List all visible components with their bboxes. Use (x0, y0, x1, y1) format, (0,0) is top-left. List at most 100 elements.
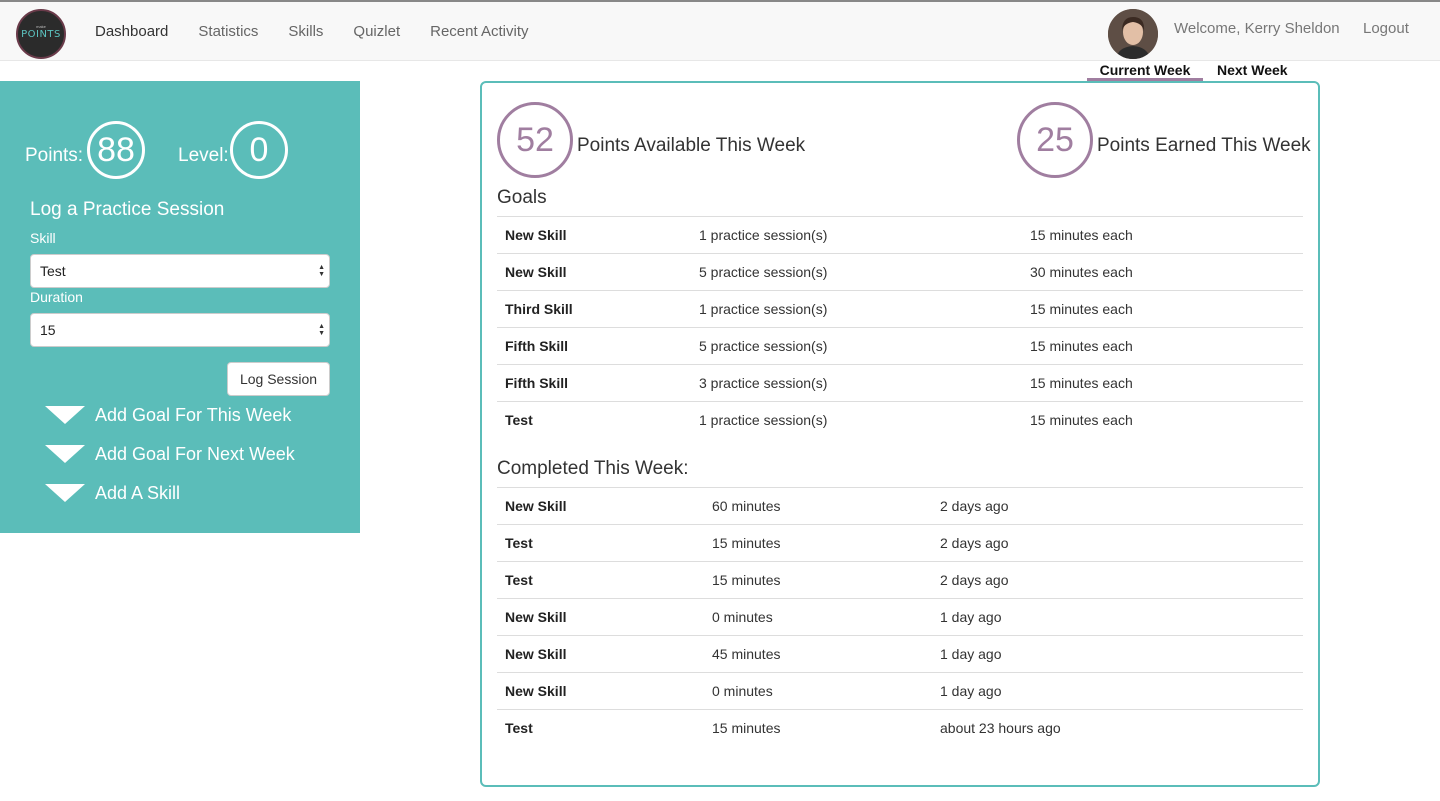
table-row: New Skill 45 minutes 1 day ago (497, 635, 1303, 672)
goal-duration: 30 minutes each (1030, 264, 1133, 280)
completed-time: 2 days ago (940, 498, 1009, 514)
completed-skill: Test (505, 572, 533, 588)
goals-title: Goals (497, 187, 547, 208)
table-row: Test 15 minutes 2 days ago (497, 524, 1303, 561)
goal-skill: Third Skill (505, 301, 573, 317)
completed-title: Completed This Week: (497, 458, 689, 479)
goal-skill: New Skill (505, 227, 567, 243)
completed-time: 1 day ago (940, 646, 1002, 662)
level-value: 0 (249, 130, 269, 169)
completed-time: 1 day ago (940, 683, 1002, 699)
goal-duration: 15 minutes each (1030, 338, 1133, 354)
completed-minutes: 15 minutes (712, 720, 781, 736)
skill-label: Skill (30, 230, 56, 246)
nav-skills[interactable]: Skills (273, 23, 338, 40)
skill-select-value: Test (40, 263, 66, 279)
nav-dashboard[interactable]: Dashboard (80, 23, 183, 40)
points-available-label: Points Available This Week (577, 135, 806, 156)
triangle-down-icon (45, 406, 85, 424)
duration-label: Duration (30, 289, 83, 305)
make-points-logo[interactable]: make POINTS (16, 9, 66, 59)
completed-minutes: 45 minutes (712, 646, 781, 662)
nav-recent-activity[interactable]: Recent Activity (415, 23, 543, 40)
nav-statistics[interactable]: Statistics (183, 23, 273, 40)
completed-time: about 23 hours ago (940, 720, 1061, 736)
table-row: Test 15 minutes about 23 hours ago (497, 709, 1303, 746)
level-label: Level: (178, 145, 229, 166)
goal-skill: New Skill (505, 264, 567, 280)
sidebar-panel: Points: 88 Level: 0 Log a Practice Sessi… (0, 81, 360, 533)
completed-minutes: 0 minutes (712, 683, 773, 699)
goal-skill: Fifth Skill (505, 375, 568, 391)
completed-minutes: 15 minutes (712, 572, 781, 588)
goal-duration: 15 minutes each (1030, 301, 1133, 317)
goal-sessions: 1 practice session(s) (699, 227, 828, 243)
completed-skill: Test (505, 720, 533, 736)
log-session-button-label: Log Session (239, 371, 318, 387)
add-goal-next-week-toggle[interactable]: Add Goal For Next Week (45, 442, 295, 466)
table-row: Third Skill 1 practice session(s) 15 min… (497, 290, 1303, 327)
goal-duration: 15 minutes each (1030, 412, 1133, 428)
completed-time: 1 day ago (940, 609, 1002, 625)
triangle-down-icon (45, 445, 85, 463)
add-skill-label: Add A Skill (95, 482, 181, 503)
goal-skill: Test (505, 412, 533, 428)
points-earned-value: 25 (1036, 120, 1074, 159)
points-earned-label: Points Earned This Week (1097, 135, 1311, 156)
tab-current-week[interactable]: Current Week (1087, 62, 1203, 82)
add-goal-this-week-toggle[interactable]: Add Goal For This Week (45, 403, 291, 427)
points-circle: 88 (87, 121, 145, 179)
duration-select-value: 15 (40, 322, 56, 338)
logout-link[interactable]: Logout (1363, 20, 1409, 37)
select-arrows-icon: ▲ ▼ (318, 264, 325, 278)
skill-select[interactable]: Test ▲ ▼ (30, 254, 330, 288)
completed-time: 2 days ago (940, 535, 1009, 551)
goal-sessions: 1 practice session(s) (699, 412, 828, 428)
table-row: New Skill 0 minutes 1 day ago (497, 598, 1303, 635)
table-row: Test 15 minutes 2 days ago (497, 561, 1303, 598)
welcome-text: Welcome, Kerry Sheldon (1174, 20, 1340, 37)
select-arrows-icon: ▲ ▼ (318, 323, 325, 337)
goal-sessions: 5 practice session(s) (699, 338, 828, 354)
triangle-down-icon (45, 484, 85, 502)
goal-sessions: 3 practice session(s) (699, 375, 828, 391)
table-row: New Skill 5 practice session(s) 30 minut… (497, 253, 1303, 290)
table-row: Fifth Skill 3 practice session(s) 15 min… (497, 364, 1303, 401)
points-available-value: 52 (516, 120, 554, 159)
completed-minutes: 0 minutes (712, 609, 773, 625)
tab-next-week[interactable]: Next Week (1217, 62, 1288, 78)
avatar-photo (1108, 9, 1158, 59)
completed-skill: New Skill (505, 646, 567, 662)
completed-skill: Test (505, 535, 533, 551)
goal-sessions: 5 practice session(s) (699, 264, 828, 280)
weekly-summary-panel: 52 Points Available This Week 25 Points … (480, 81, 1320, 787)
completed-time: 2 days ago (940, 572, 1009, 588)
completed-skill: New Skill (505, 609, 567, 625)
table-row: New Skill 0 minutes 1 day ago (497, 672, 1303, 709)
completed-skill: New Skill (505, 683, 567, 699)
goals-table: New Skill 1 practice session(s) 15 minut… (497, 216, 1303, 438)
log-session-title: Log a Practice Session (30, 199, 225, 220)
table-row: New Skill 60 minutes 2 days ago (497, 487, 1303, 524)
top-navbar: make POINTS Dashboard Statistics Skills … (0, 0, 1440, 61)
completed-minutes: 60 minutes (712, 498, 781, 514)
nav-quizlet[interactable]: Quizlet (338, 23, 415, 40)
level-circle: 0 (230, 121, 288, 179)
nav-links: Dashboard Statistics Skills Quizlet Rece… (80, 2, 543, 61)
table-row: Test 1 practice session(s) 15 minutes ea… (497, 401, 1303, 438)
goal-sessions: 1 practice session(s) (699, 301, 828, 317)
points-earned-circle: 25 (1017, 102, 1093, 178)
add-skill-toggle[interactable]: Add A Skill (45, 481, 180, 505)
points-available-circle: 52 (497, 102, 573, 178)
completed-table: New Skill 60 minutes 2 days ago Test 15 … (497, 487, 1303, 746)
add-goal-next-week-label: Add Goal For Next Week (95, 443, 295, 464)
goal-duration: 15 minutes each (1030, 227, 1133, 243)
goal-skill: Fifth Skill (505, 338, 568, 354)
table-row: New Skill 1 practice session(s) 15 minut… (497, 216, 1303, 253)
table-row: Fifth Skill 5 practice session(s) 15 min… (497, 327, 1303, 364)
duration-select[interactable]: 15 ▲ ▼ (30, 313, 330, 347)
points-value: 88 (97, 130, 135, 169)
goal-duration: 15 minutes each (1030, 375, 1133, 391)
log-session-button[interactable]: Log Session (227, 362, 330, 396)
user-avatar[interactable] (1108, 9, 1158, 59)
